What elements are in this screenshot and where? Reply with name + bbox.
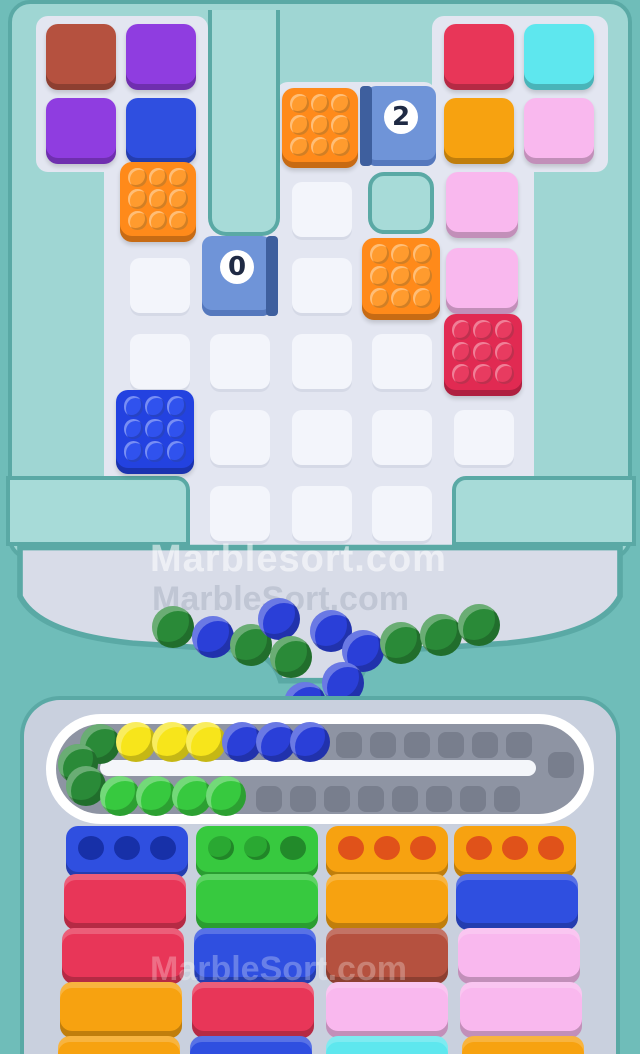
held-block-purple[interactable] [126,24,196,90]
conveyor-slot [392,786,418,812]
grid-cell[interactable] [292,334,352,392]
marble-block-orange[interactable] [362,238,440,320]
marble-block-orange[interactable] [120,162,196,242]
held-block-cyan[interactable] [524,24,594,90]
held-block-amber[interactable] [444,98,514,164]
marble-green [458,604,500,646]
held-block-purple[interactable] [46,98,116,164]
tray-red[interactable] [192,982,314,1038]
marble-green [152,606,194,648]
tray-orange[interactable] [462,1036,584,1054]
wall-right-lower [452,476,636,546]
marble-green [100,776,140,816]
tunnel-spawner[interactable]: 2 [360,86,436,166]
grid-cell[interactable] [454,410,514,468]
tray-pink[interactable] [460,982,582,1038]
wall-cell-block [368,172,434,234]
tray-pink[interactable] [326,982,448,1038]
tray-top-green[interactable] [196,826,318,878]
grid-cell[interactable] [292,410,352,468]
grid-cell[interactable] [372,410,432,468]
conveyor-slot [358,786,384,812]
grid-cell[interactable] [292,486,352,544]
held-block-pink[interactable] [446,172,518,238]
tray-red[interactable] [64,874,186,930]
conveyor-slot [438,732,464,758]
tray-top-blue[interactable] [66,826,188,878]
wall-left-lower [6,476,190,546]
marble-green [136,776,176,816]
tunnel-count: 0 [202,250,272,284]
grid-cell[interactable] [372,486,432,544]
conveyor-slot [460,786,486,812]
marble-green [206,776,246,816]
grid-cell[interactable] [210,410,270,468]
conveyor-slot [506,732,532,758]
held-block-red[interactable] [444,24,514,90]
held-block-blue[interactable] [126,98,196,164]
marble-green [420,614,462,656]
marble-green [270,636,312,678]
marble-green [380,622,422,664]
conveyor-slot [256,786,282,812]
marble-blue [290,722,330,762]
grid-cell[interactable] [292,258,352,316]
conveyor-slot [370,732,396,758]
conveyor-slot [336,732,362,758]
tray-pink[interactable] [458,928,580,984]
tray-blue[interactable] [190,1036,312,1054]
grid-cell[interactable] [210,334,270,392]
tray-top-orange[interactable] [326,826,448,878]
marble-block-red[interactable] [444,314,522,396]
conveyor-slot [290,786,316,812]
marble-block-orange[interactable] [282,88,358,168]
tunnel-spawner[interactable]: 0 [202,236,278,316]
conveyor-divider [100,760,536,776]
tray-blue[interactable] [456,874,578,930]
held-block-pink[interactable] [524,98,594,164]
grid-cell[interactable] [130,258,190,316]
marble-yellow [116,722,156,762]
wall-left-top [208,10,280,236]
grid-cell[interactable] [372,334,432,392]
tray-orange[interactable] [58,1036,180,1054]
marble-block-blue[interactable] [116,390,194,474]
tray-green[interactable] [196,874,318,930]
marble-blue [258,598,300,640]
tray-orange[interactable] [326,874,448,930]
watermark-text: Marblesort.com [150,538,447,580]
conveyor-slot [494,786,520,812]
grid-cell[interactable] [292,182,352,240]
conveyor-slot [324,786,350,812]
conveyor-slot [404,732,430,758]
tunnel-count: 2 [366,100,436,134]
grid-cell[interactable] [210,486,270,544]
tunnel-cap [360,86,372,166]
tray-cyan[interactable] [326,1036,448,1054]
conveyor-slot [548,752,574,778]
watermark-bottom: MarbleSort.com [150,950,407,988]
grid-cell[interactable] [130,334,190,392]
held-block-pink[interactable] [446,248,518,314]
marble-yellow [186,722,226,762]
held-block-brown[interactable] [46,24,116,90]
conveyor-slot [472,732,498,758]
marble-blue [192,616,234,658]
tunnel-cap [266,236,278,316]
conveyor-slot [426,786,452,812]
tray-top-orange[interactable] [454,826,576,878]
tray-orange[interactable] [60,982,182,1038]
